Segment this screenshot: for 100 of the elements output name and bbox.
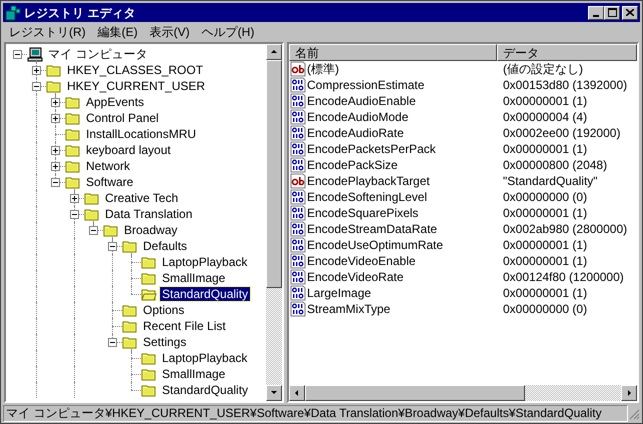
value-data: (値の設定なし): [502, 61, 583, 78]
value-data: 0x00124f80 (1200000): [502, 269, 624, 286]
collapse-toggle[interactable]: [51, 178, 60, 187]
binary-value-icon: [290, 109, 306, 125]
tree-item[interactable]: keyboard layout: [84, 143, 173, 157]
tree-item[interactable]: HKEY_CLASSES_ROOT: [65, 63, 206, 77]
tree-item[interactable]: InstallLocationsMRU: [84, 127, 198, 141]
binary-value-icon: [290, 157, 306, 173]
folder-icon: [122, 240, 138, 252]
value-name[interactable]: EncodeVideoRate: [307, 268, 404, 286]
tree-item[interactable]: Settings: [141, 335, 188, 349]
expand-toggle[interactable]: [32, 66, 41, 75]
value-name[interactable]: EncodePacketsPerPack: [307, 140, 436, 158]
tree-item[interactable]: SmallImage: [160, 271, 228, 285]
tree-item[interactable]: StandardQuality: [160, 287, 250, 301]
binary-value-icon: [290, 189, 306, 205]
value-name[interactable]: StreamMixType: [307, 300, 390, 318]
value-data: 0x00000001 (1): [502, 93, 588, 110]
collapse-toggle[interactable]: [32, 82, 41, 91]
tree-item[interactable]: LaptopPlayback: [160, 255, 250, 269]
binary-value-icon: [290, 301, 306, 317]
tree-item[interactable]: Software: [84, 175, 136, 189]
binary-value-icon: [290, 93, 306, 109]
expand-toggle[interactable]: [51, 146, 60, 155]
minimize-icon: [593, 14, 599, 16]
tree-item[interactable]: Defaults: [141, 239, 190, 253]
collapse-toggle[interactable]: [89, 226, 98, 235]
collapse-toggle[interactable]: [13, 50, 22, 59]
computer-icon: [27, 46, 43, 62]
menu-item[interactable]: ヘルプ(H): [196, 22, 260, 40]
folder-icon: [65, 96, 81, 108]
column-header[interactable]: 名前: [289, 44, 497, 61]
binary-value-icon: [290, 77, 306, 93]
scroll-down-button[interactable]: [266, 385, 282, 401]
expand-toggle[interactable]: [70, 194, 79, 203]
menu-item[interactable]: レジストリ(R): [3, 22, 92, 40]
binary-value-icon: [290, 205, 306, 221]
tree-item[interactable]: Data Translation: [103, 207, 194, 221]
minimize-button[interactable]: [588, 6, 604, 20]
column-header[interactable]: データ: [497, 44, 637, 61]
tree-item[interactable]: AppEvents: [84, 95, 146, 109]
plus-icon: [53, 164, 58, 169]
tree-item[interactable]: Control Panel: [84, 111, 161, 125]
value-name[interactable]: EncodeSquarePixels: [307, 204, 418, 222]
value-name[interactable]: EncodeUseOptimumRate: [307, 236, 444, 254]
tree-item[interactable]: Options: [141, 303, 186, 317]
collapse-toggle[interactable]: [108, 242, 117, 251]
tree-item[interactable]: マイ コンピュータ: [46, 47, 150, 61]
value-name[interactable]: (標準): [307, 61, 339, 78]
menu-item[interactable]: 表示(V): [144, 22, 196, 40]
scroll-up-button[interactable]: [266, 44, 282, 60]
collapse-toggle[interactable]: [70, 210, 79, 219]
value-name[interactable]: EncodeAudioEnable: [307, 92, 416, 110]
value-name[interactable]: EncodePlaybackTarget: [307, 172, 430, 190]
folder-icon: [122, 320, 138, 332]
right-arrow-icon: [625, 389, 633, 397]
expand-toggle[interactable]: [51, 162, 60, 171]
collapse-toggle[interactable]: [108, 338, 117, 347]
left-arrow-icon: [293, 389, 301, 397]
folder-icon: [141, 272, 157, 284]
vertical-scrollbar[interactable]: [266, 44, 282, 401]
plus-icon: [53, 100, 58, 105]
value-name[interactable]: EncodeVideoEnable: [307, 252, 416, 270]
value-name[interactable]: EncodeSofteningLevel: [307, 188, 428, 206]
binary-value-icon: [290, 221, 306, 237]
size-grip-icon[interactable]: [628, 408, 640, 420]
binary-value-icon: [290, 125, 306, 141]
tree-item[interactable]: HKEY_CURRENT_USER: [65, 79, 208, 93]
scroll-thumb[interactable]: [266, 60, 282, 288]
horizontal-scrollbar[interactable]: [289, 385, 637, 401]
scroll-left-button[interactable]: [289, 385, 305, 401]
value-name[interactable]: LargeImage: [307, 284, 372, 302]
value-name[interactable]: EncodeAudioMode: [307, 108, 408, 126]
value-name[interactable]: EncodePackSize: [307, 156, 398, 174]
value-data: 0x00000001 (1): [502, 205, 588, 222]
folder-icon: [141, 256, 157, 268]
scroll-right-button[interactable]: [621, 385, 637, 401]
close-button[interactable]: [622, 6, 638, 20]
tree-item[interactable]: Recent File List: [141, 319, 228, 333]
folder-icon: [65, 176, 81, 188]
menu-item[interactable]: 編集(E): [92, 22, 144, 40]
close-icon: [626, 9, 634, 16]
value-name[interactable]: EncodeAudioRate: [307, 124, 404, 142]
tree-item[interactable]: Broadway: [122, 223, 180, 237]
expand-toggle[interactable]: [51, 114, 60, 123]
scroll-thumb[interactable]: [305, 385, 525, 401]
expand-toggle[interactable]: [51, 98, 60, 107]
folder-icon: [46, 80, 62, 92]
binary-value-icon: [290, 269, 306, 285]
tree-item[interactable]: LaptopPlayback: [160, 351, 250, 365]
value-data: 0x00153d80 (1392000): [502, 77, 628, 94]
tree-item[interactable]: SmallImage: [160, 367, 228, 381]
value-data: 0x002ab980 (2800000): [502, 221, 628, 238]
value-name[interactable]: CompressionEstimate: [307, 76, 424, 94]
tree-item[interactable]: Network: [84, 159, 132, 173]
down-arrow-icon: [270, 389, 278, 397]
maximize-button[interactable]: [604, 6, 620, 20]
tree-item[interactable]: Creative Tech: [103, 191, 180, 205]
value-name[interactable]: EncodeStreamDataRate: [307, 220, 438, 238]
tree-item[interactable]: StandardQuality: [160, 383, 250, 397]
